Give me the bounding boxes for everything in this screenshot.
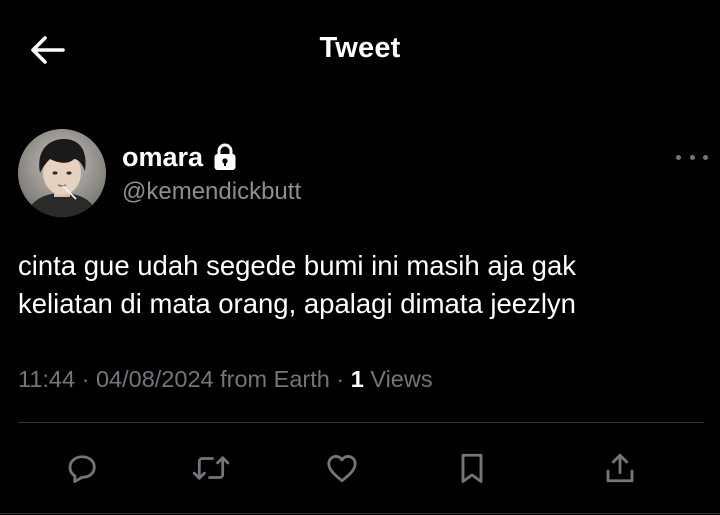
tweet-text-line: keliatan di mata orang, apalagi dimata j… (18, 288, 576, 319)
more-horizontal-icon (676, 154, 681, 160)
heart-icon (327, 455, 357, 483)
tweet-source: from Earth (213, 366, 330, 392)
more-horizontal-icon-dot (689, 154, 695, 160)
views-count[interactable]: 1 (351, 366, 364, 392)
share-icon (606, 453, 634, 483)
top-bar: Tweet (0, 0, 720, 100)
page-title: Tweet (319, 32, 401, 64)
avatar-image (18, 129, 106, 217)
meta-separator: · (329, 366, 351, 392)
display-name[interactable]: omara (122, 142, 203, 173)
views-label[interactable]: Views (364, 366, 432, 392)
bookmark-button[interactable] (450, 446, 494, 490)
author-name-row[interactable]: omara (122, 140, 237, 174)
retweet-icon (192, 456, 230, 480)
reply-icon (68, 455, 96, 483)
tweet-time[interactable]: 11:44 (18, 366, 75, 392)
divider (18, 422, 704, 423)
meta-separator: · (75, 366, 96, 392)
share-button[interactable] (598, 446, 642, 490)
more-horizontal-icon-dot (703, 154, 708, 160)
more-options-button[interactable] (676, 148, 708, 166)
tweet-date[interactable]: 04/08/2024 (96, 366, 214, 392)
tweet-actions-bar (0, 440, 720, 496)
like-button[interactable] (320, 446, 364, 490)
tweet-text: cinta gue udah segede bumi ini masih aja… (18, 247, 698, 323)
reply-button[interactable] (60, 446, 104, 490)
lock-icon (213, 143, 237, 171)
tweet-text-line: cinta gue udah segede bumi ini masih aja… (18, 250, 577, 281)
divider (0, 513, 720, 514)
retweet-button[interactable] (189, 446, 233, 490)
user-handle[interactable]: @kemendickbutt (122, 178, 301, 206)
avatar[interactable] (18, 129, 106, 217)
bookmark-icon (461, 453, 483, 483)
tweet-meta: 11:44 · 04/08/2024 from Earth · 1 Views (18, 366, 433, 393)
